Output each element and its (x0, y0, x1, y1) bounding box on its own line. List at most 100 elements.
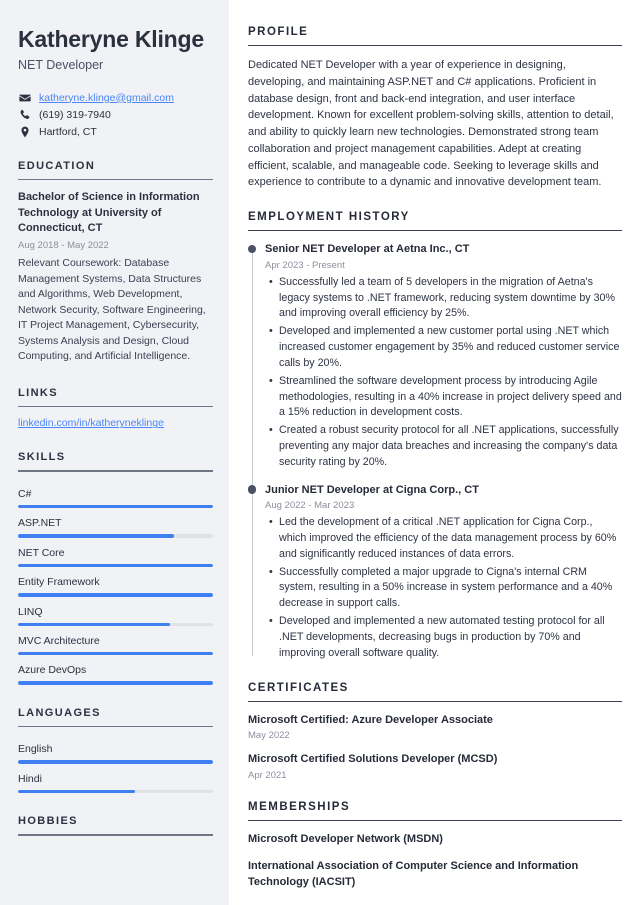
skill-item: MVC Architecture (18, 629, 213, 656)
memberships-heading: MEMBERSHIPS (248, 801, 351, 814)
employment-bullet: Successfully led a team of 5 developers … (269, 275, 622, 322)
skill-item-meter-fill (18, 651, 213, 656)
employment-bullet: Developed and implemented a new customer… (269, 324, 622, 371)
contact-row-location: Hartford, CT (18, 126, 213, 138)
page-title: Katheryne Klinge (18, 26, 204, 52)
certificate-item-title: Microsoft Certified Solutions Developer … (248, 753, 498, 766)
skill-item-meter (18, 651, 213, 656)
skill-item-meter-fill (18, 681, 213, 685)
timeline-dot-icon (248, 485, 257, 494)
skill-item-meter-fill (18, 593, 213, 597)
membership-item-title: Microsoft Developer Network (MSDN) (248, 833, 443, 846)
employment-bullet: Successfully completed a major upgrade t… (269, 565, 622, 612)
education-entry: Bachelor of Science in Information Techn… (18, 190, 213, 365)
memberships-section: MEMBERSHIPS Microsoft Developer Network … (248, 801, 622, 890)
section-divider (18, 405, 213, 408)
education-heading: EDUCATION (18, 159, 96, 172)
contact-list: katheryne.klinge@gmail.com (619) 319-794… (18, 92, 213, 138)
employment-role: Junior NET Developer at Cigna Corp., CT (265, 483, 479, 496)
location-value: Hartford, CT (39, 125, 97, 138)
employment-bullet: Streamlined the software development pro… (269, 374, 622, 421)
employment-role: Senior NET Developer at Aetna Inc., CT (265, 243, 470, 256)
sidebar: Katheryne Klinge NET Developer katheryne… (0, 0, 229, 905)
skill-item: Entity Framework (18, 570, 213, 597)
skill-item-label: Azure DevOps (18, 664, 87, 677)
language-item: English (18, 737, 213, 764)
skills-heading: SKILLS (18, 451, 66, 464)
skill-item-meter-fill (18, 534, 174, 538)
employment-heading: EMPLOYMENT HISTORY (248, 211, 410, 224)
skill-item-meter-fill (18, 622, 171, 626)
employment-bullets: Successfully led a team of 5 developers … (265, 275, 622, 471)
skill-item-meter (18, 593, 213, 597)
hobbies-section: HOBBIES (18, 815, 213, 836)
employment-bullet: Created a robust security protocol for a… (269, 423, 622, 470)
languages-section: LANGUAGES English Hindi (18, 706, 213, 794)
skill-item-meter-fill (18, 505, 213, 509)
skill-item-label: NET Core (18, 546, 65, 559)
profile-heading: PROFILE (248, 26, 309, 38)
skills-list: C# ASP.NET NET Core Entity Framework LINQ MVC… (18, 482, 213, 685)
certificate-item-date: Apr 2021 (248, 770, 287, 782)
language-item-label: Hindi (18, 772, 42, 785)
employment-dates: Apr 2023 - Present (265, 259, 345, 271)
section-divider (248, 700, 622, 702)
employment-timeline: Senior NET Developer at Aetna Inc., CT Ap… (248, 242, 622, 661)
skill-item: LINQ (18, 600, 213, 626)
languages-heading: LANGUAGES (18, 706, 101, 719)
memberships-list: Microsoft Developer Network (MSDN) Intern… (248, 832, 622, 890)
skill-item-label: ASP.NET (18, 517, 62, 530)
certificate-item: Microsoft Certified: Azure Developer Ass… (248, 713, 622, 742)
links-heading: LINKS (18, 386, 58, 399)
employment-dates: Aug 2022 - Mar 2023 (265, 500, 355, 512)
language-item-meter-fill (18, 789, 135, 794)
skill-item-label: LINQ (18, 605, 43, 618)
main-content: PROFILE Dedicated NET Developer with a y… (229, 0, 640, 905)
employment-entry: Senior NET Developer at Aetna Inc., CT Ap… (248, 242, 622, 471)
certificates-list: Microsoft Certified: Azure Developer Ass… (248, 713, 622, 781)
education-description: Relevant Coursework: Database Management… (18, 257, 206, 363)
section-divider (248, 45, 622, 47)
certificates-heading: CERTIFICATES (248, 681, 349, 694)
envelope-icon (18, 92, 31, 104)
timeline-dot-icon (248, 244, 257, 254)
resume-page: Katheryne Klinge NET Developer katheryne… (0, 0, 640, 905)
skill-item-meter-fill (18, 563, 213, 568)
contact-row-email[interactable]: katheryne.klinge@gmail.com (18, 92, 213, 104)
section-divider (18, 470, 213, 472)
links-section: LINKS linkedin.com/in/katheryneklinge (18, 386, 213, 429)
employment-section: EMPLOYMENT HISTORY Senior NET Developer … (248, 211, 622, 661)
skill-item-label: MVC Architecture (18, 634, 100, 647)
map-pin-icon (18, 126, 31, 138)
skills-section: SKILLS C# ASP.NET NET Core Entity Framework… (18, 451, 213, 685)
certificate-item-title: Microsoft Certified: Azure Developer Ass… (248, 713, 493, 726)
linkedin-link[interactable]: linkedin.com/in/katheryneklinge (18, 417, 213, 429)
education-dates: Aug 2018 - May 2022 (18, 240, 109, 252)
section-divider (248, 230, 622, 232)
membership-item-title: International Association of Computer Sc… (248, 859, 579, 888)
employment-bullet: Developed and implemented a new automate… (269, 614, 622, 661)
phone-value: (619) 319-7940 (39, 108, 111, 121)
skill-item-label: C# (18, 488, 32, 500)
education-section: EDUCATION Bachelor of Science in Informa… (18, 160, 213, 365)
email-link[interactable]: katheryne.klinge@gmail.com (39, 92, 174, 104)
membership-item: International Association of Computer Sc… (248, 859, 622, 890)
language-item-meter (18, 760, 213, 764)
skill-item-label: Entity Framework (18, 576, 100, 589)
profile-section: PROFILE Dedicated NET Developer with a y… (248, 26, 622, 191)
profile-text: Dedicated NET Developer with a year of e… (248, 59, 614, 189)
languages-list: English Hindi (18, 737, 213, 794)
skill-item-meter (18, 563, 213, 568)
skill-item: ASP.NET (18, 511, 213, 538)
hobbies-heading: HOBBIES (18, 815, 78, 828)
education-degree: Bachelor of Science in Information Techn… (18, 191, 200, 235)
language-item-label: English (18, 743, 53, 756)
skill-item: Azure DevOps (18, 658, 213, 685)
skill-item-meter (18, 505, 213, 509)
certificates-section: CERTIFICATES Microsoft Certified: Azure … (248, 681, 622, 781)
section-divider (18, 178, 213, 181)
contact-row-phone: (619) 319-7940 (18, 109, 213, 121)
certificate-item-date: May 2022 (248, 730, 290, 742)
language-item: Hindi (18, 767, 213, 794)
skill-item-meter (18, 681, 213, 685)
